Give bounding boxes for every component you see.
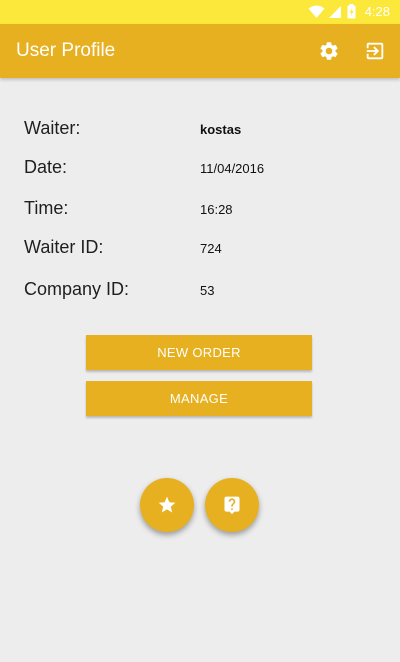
signal-icon bbox=[329, 6, 341, 18]
favorites-fab[interactable] bbox=[140, 478, 194, 532]
logout-icon bbox=[366, 42, 384, 60]
help-fab[interactable] bbox=[205, 478, 259, 532]
date-row: Date: 11/04/2016 bbox=[24, 157, 384, 183]
company-id-label: Company ID: bbox=[24, 279, 130, 299]
wifi-icon bbox=[308, 5, 325, 18]
waiter-value: kostas bbox=[200, 122, 242, 137]
clock: 4:28 bbox=[364, 4, 390, 19]
waiter-id-value: 724 bbox=[200, 241, 222, 256]
company-id-value: 53 bbox=[200, 283, 215, 298]
date-value: 11/04/2016 bbox=[200, 161, 265, 176]
manage-button[interactable]: MANAGE bbox=[86, 381, 312, 416]
time-value: 16:28 bbox=[200, 202, 233, 217]
settings-button[interactable] bbox=[317, 39, 341, 63]
settings-icon bbox=[320, 42, 338, 60]
time-row: Time: 16:28 bbox=[24, 198, 384, 224]
status-bar: 4:28 bbox=[0, 0, 400, 24]
app-bar: User Profile bbox=[0, 24, 400, 78]
logout-button[interactable] bbox=[363, 39, 387, 63]
star-icon bbox=[158, 496, 176, 513]
company-id-row: Company ID: 53 bbox=[24, 279, 384, 305]
waiter-id-label: Waiter ID: bbox=[24, 237, 104, 257]
time-label: Time: bbox=[24, 198, 69, 218]
waiter-row: Waiter: kostas bbox=[24, 118, 384, 144]
new-order-button[interactable]: NEW ORDER bbox=[86, 335, 312, 370]
date-label: Date: bbox=[24, 157, 68, 177]
waiter-id-row: Waiter ID: 724 bbox=[24, 237, 384, 263]
page-title: User Profile bbox=[16, 40, 116, 61]
help-icon bbox=[224, 496, 240, 515]
battery-charging-icon bbox=[347, 4, 356, 19]
waiter-label: Waiter: bbox=[24, 118, 81, 138]
